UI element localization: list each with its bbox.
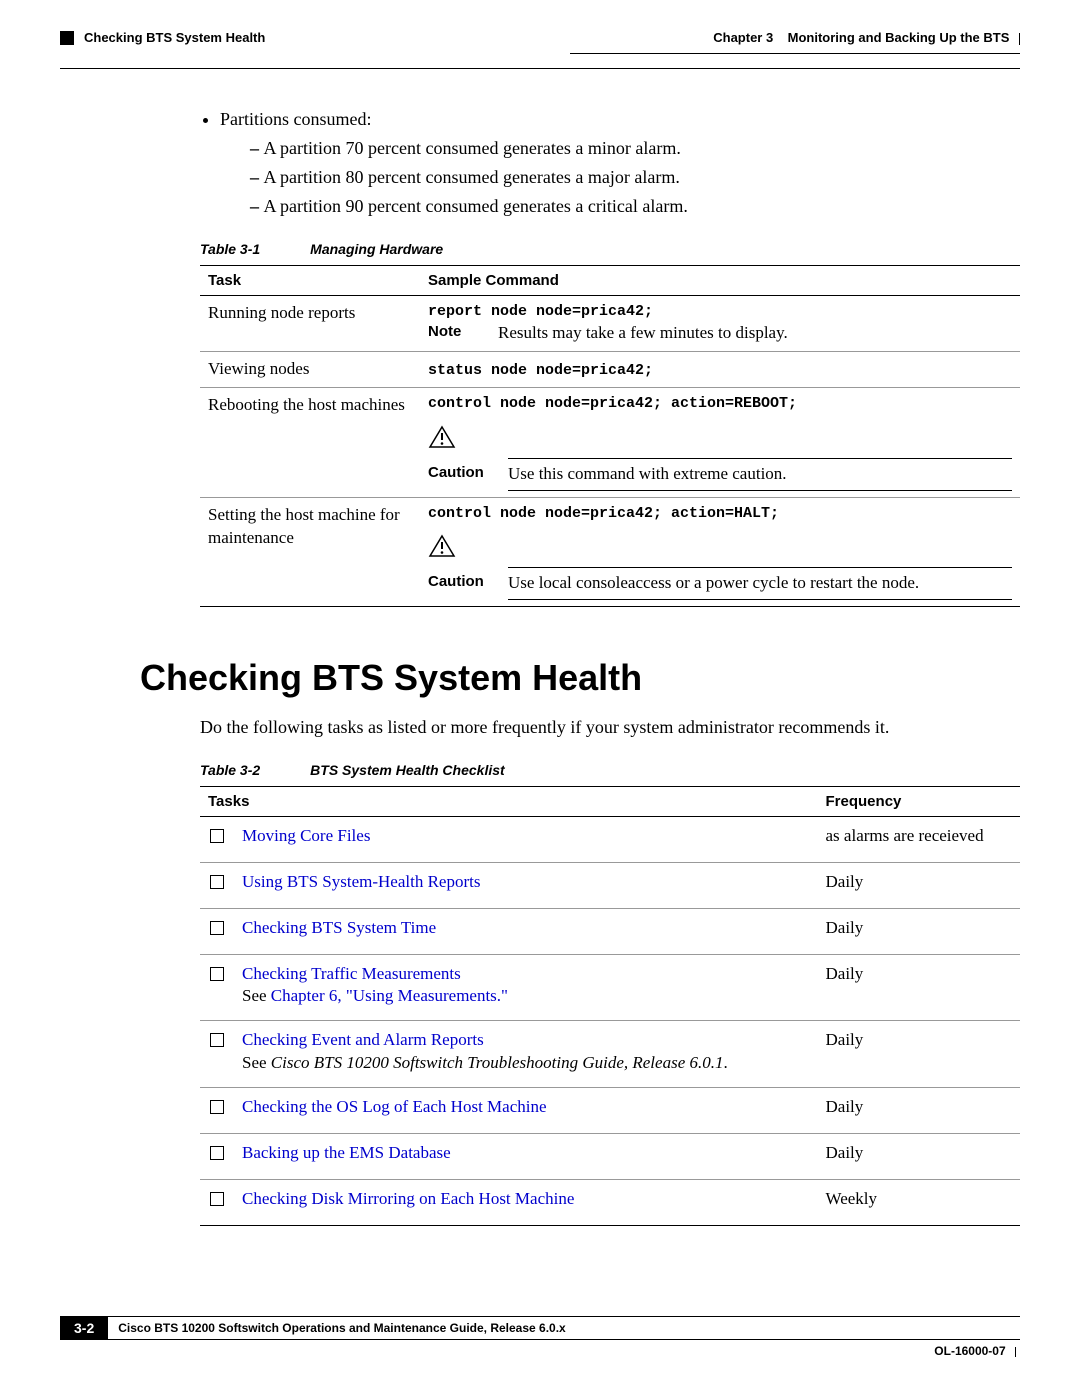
table-row: Checking the OS Log of Each Host Machine… (200, 1088, 1020, 1134)
col-tasks: Tasks (200, 786, 818, 816)
page-number: 3-2 (60, 1316, 108, 1340)
task-link[interactable]: Checking BTS System Time (242, 918, 436, 937)
table-row: Checking BTS System Time Daily (200, 908, 1020, 954)
dash-item: A partition 70 percent consumed generate… (264, 138, 681, 158)
table-row: Running node reports report node node=pr… (200, 296, 1020, 352)
caution-icon (428, 534, 456, 558)
chapter-link[interactable]: Chapter 6, "Using Measurements." (271, 986, 508, 1005)
dash-item: A partition 80 percent consumed generate… (264, 167, 680, 187)
table-row: Rebooting the host machines control node… (200, 388, 1020, 497)
checkbox[interactable] (210, 967, 224, 981)
section-intro: Do the following tasks as listed or more… (200, 717, 1020, 738)
header-chapter-label: Chapter 3 (713, 30, 773, 45)
running-header: Checking BTS System Health Chapter 3 Mon… (60, 30, 1020, 45)
health-checklist-table: Tasks Frequency Moving Core Files as ala… (200, 786, 1020, 1226)
task-link[interactable]: Using BTS System-Health Reports (242, 872, 480, 891)
footer-book-title: Cisco BTS 10200 Softswitch Operations an… (108, 1316, 1020, 1340)
checkbox[interactable] (210, 1146, 224, 1160)
col-frequency: Frequency (818, 786, 1020, 816)
checkbox[interactable] (210, 1192, 224, 1206)
checkbox[interactable] (210, 921, 224, 935)
table-row: Viewing nodes status node node=prica42; (200, 352, 1020, 388)
table-row: Setting the host machine for maintenance… (200, 497, 1020, 606)
task-link[interactable]: Checking the OS Log of Each Host Machine (242, 1097, 547, 1116)
table-row: Moving Core Files as alarms are receieve… (200, 816, 1020, 862)
task-link[interactable]: Checking Disk Mirroring on Each Host Mac… (242, 1189, 574, 1208)
section-heading: Checking BTS System Health (140, 657, 1020, 699)
table-row: Checking Traffic Measurements See Chapte… (200, 954, 1020, 1021)
task-link[interactable]: Moving Core Files (242, 826, 370, 845)
table1-caption: Table 3-1Managing Hardware (200, 241, 1020, 257)
task-link[interactable]: Checking Event and Alarm Reports (242, 1030, 484, 1049)
checkbox[interactable] (210, 829, 224, 843)
managing-hardware-table: Task Sample Command Running node reports… (200, 265, 1020, 607)
footer-doc-id: OL-16000-07 (934, 1344, 1005, 1358)
bullet-lead: Partitions consumed: (220, 109, 372, 129)
header-section: Checking BTS System Health (84, 30, 265, 45)
header-marker-icon (60, 31, 74, 45)
col-task: Task (200, 266, 420, 296)
table-row: Using BTS System-Health Reports Daily (200, 862, 1020, 908)
page-footer: 3-2 Cisco BTS 10200 Softswitch Operation… (60, 1316, 1020, 1358)
checkbox[interactable] (210, 875, 224, 889)
table-row: Backing up the EMS Database Daily (200, 1134, 1020, 1180)
partitions-list: Partitions consumed: A partition 70 perc… (200, 109, 1020, 217)
table-row: Checking Disk Mirroring on Each Host Mac… (200, 1180, 1020, 1226)
caution-icon (428, 425, 456, 449)
table-row: Checking Event and Alarm Reports See Cis… (200, 1021, 1020, 1088)
table2-caption: Table 3-2BTS System Health Checklist (200, 762, 1020, 778)
checkbox[interactable] (210, 1033, 224, 1047)
dash-item: A partition 90 percent consumed generate… (264, 196, 688, 216)
checkbox[interactable] (210, 1100, 224, 1114)
header-chapter-title: Monitoring and Backing Up the BTS (788, 30, 1010, 45)
col-sample-command: Sample Command (420, 266, 1020, 296)
task-link[interactable]: Backing up the EMS Database (242, 1143, 451, 1162)
task-link[interactable]: Checking Traffic Measurements (242, 964, 461, 983)
